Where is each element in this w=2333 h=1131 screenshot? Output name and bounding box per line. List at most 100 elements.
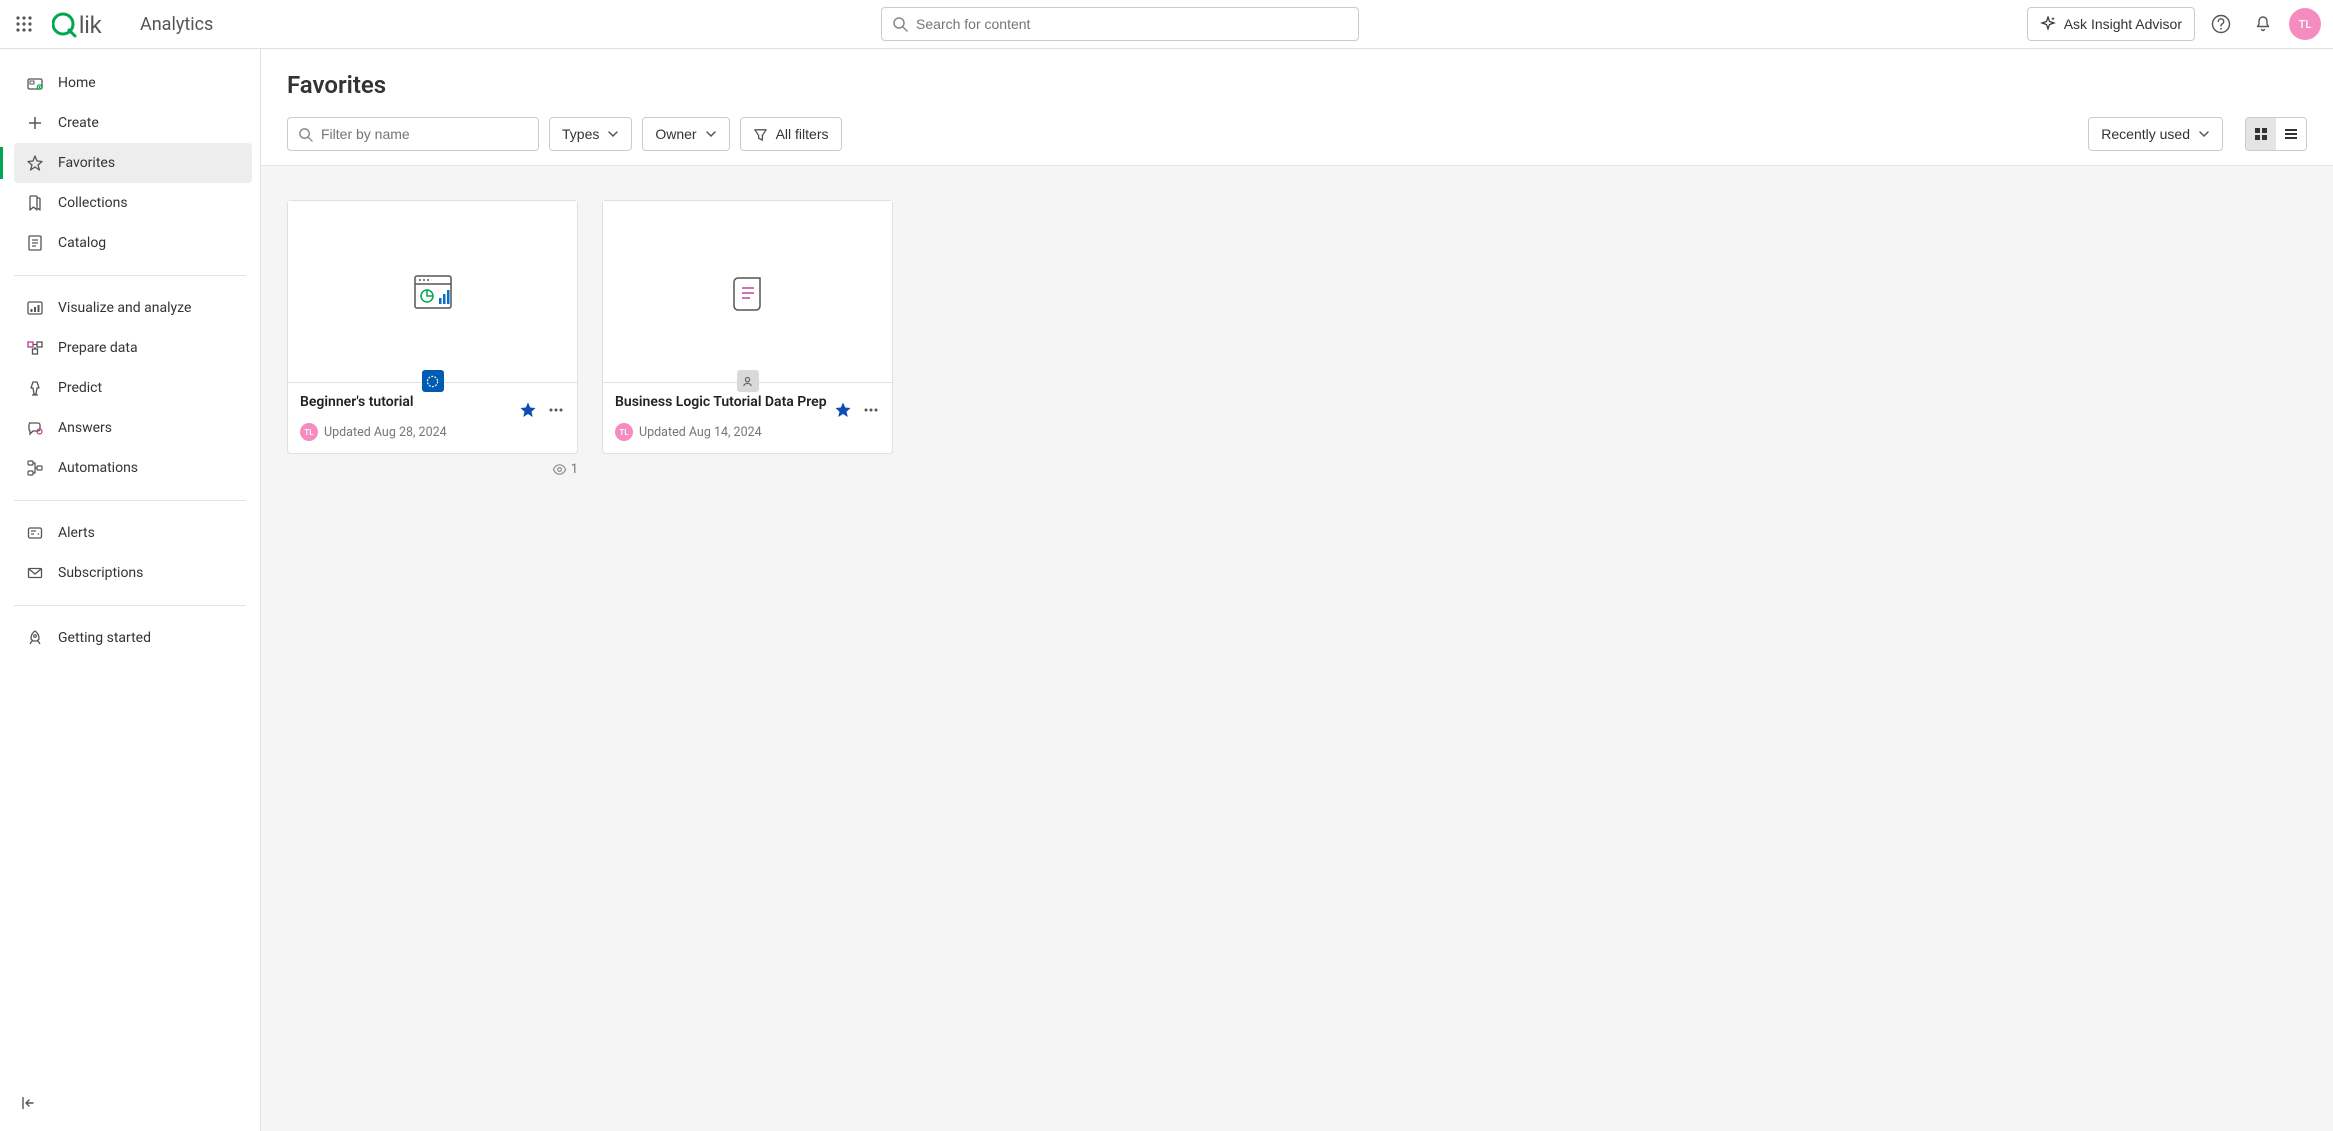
filter-field[interactable]: [321, 126, 528, 142]
nav-group-2: Visualize and analyze Prepare data Predi…: [0, 284, 260, 492]
sidebar-item-catalog[interactable]: Catalog: [14, 223, 252, 263]
svg-text:lik: lik: [79, 12, 103, 39]
user-avatar[interactable]: TL: [2289, 8, 2321, 40]
top-bar: lik Analytics Ask Insight Advisor: [0, 0, 2333, 49]
space-badge: [737, 370, 759, 392]
ask-insight-advisor-button[interactable]: Ask Insight Advisor: [2027, 7, 2195, 41]
plus-icon: [26, 114, 44, 132]
ask-insight-advisor-label: Ask Insight Advisor: [2064, 16, 2182, 32]
list-view-button[interactable]: [2276, 118, 2306, 150]
cards-row: Beginner's tutorial: [287, 200, 2307, 477]
sidebar-item-getting-started[interactable]: Getting started: [14, 618, 252, 658]
layout: Home Create Favorites Collections: [0, 49, 2333, 1131]
bell-icon: [2253, 14, 2273, 34]
nav-group-1: Home Create Favorites Collections: [0, 59, 260, 267]
app-launcher-button[interactable]: [12, 12, 36, 36]
nav-group-3: Alerts Subscriptions: [0, 509, 260, 597]
favorite-card[interactable]: Beginner's tutorial: [287, 200, 578, 454]
nav-group-4: Getting started: [0, 614, 260, 662]
sidebar-item-label: Collections: [58, 195, 128, 211]
sidebar-item-label: Subscriptions: [58, 565, 143, 581]
filter-icon: [753, 127, 768, 142]
catalog-icon: [26, 234, 44, 252]
sidebar-item-label: Answers: [58, 420, 112, 436]
sidebar-item-alerts[interactable]: Alerts: [14, 513, 252, 553]
top-bar-right: Ask Insight Advisor TL: [2027, 7, 2321, 41]
page-title: Favorites: [287, 71, 2307, 99]
owner-filter-button[interactable]: Owner: [642, 117, 729, 151]
home-icon: [26, 74, 44, 92]
help-button[interactable]: [2205, 8, 2237, 40]
card-body: Business Logic Tutorial Data Prep: [603, 383, 892, 453]
sidebar-item-prepare[interactable]: Prepare data: [14, 328, 252, 368]
chart-icon: [26, 299, 44, 317]
sidebar-item-label: Create: [58, 115, 99, 131]
logo[interactable]: lik Analytics: [52, 9, 213, 39]
bookmark-icon: [26, 194, 44, 212]
sidebar-item-favorites[interactable]: Favorites: [14, 143, 252, 183]
eye-icon: [552, 462, 567, 477]
card-meta: TL Updated Aug 28, 2024: [300, 423, 565, 441]
search-container: [223, 7, 2016, 41]
owner-label: Owner: [655, 126, 696, 142]
sidebar-item-visualize[interactable]: Visualize and analyze: [14, 288, 252, 328]
sidebar-item-collections[interactable]: Collections: [14, 183, 252, 223]
collapse-icon: [19, 1094, 37, 1112]
favorite-card[interactable]: Business Logic Tutorial Data Prep: [602, 200, 893, 454]
sidebar-item-label: Home: [58, 75, 96, 91]
list-view-icon: [2283, 126, 2299, 142]
sort-label: Recently used: [2101, 126, 2190, 142]
owner-avatar: TL: [615, 423, 633, 441]
global-search-field[interactable]: [916, 16, 1348, 32]
sidebar-item-label: Visualize and analyze: [58, 300, 191, 316]
card-title: Beginner's tutorial: [300, 393, 519, 411]
sidebar-item-automations[interactable]: Automations: [14, 448, 252, 488]
sidebar-item-home[interactable]: Home: [14, 63, 252, 103]
sparkle-icon: [2040, 16, 2056, 32]
notifications-button[interactable]: [2247, 8, 2279, 40]
chevron-down-icon: [607, 128, 619, 140]
more-horizontal-icon: [547, 401, 565, 419]
sidebar-item-predict[interactable]: Predict: [14, 368, 252, 408]
prepare-icon: [26, 339, 44, 357]
answers-icon: [26, 419, 44, 437]
nav-divider: [14, 275, 246, 276]
card-more-button[interactable]: [547, 401, 565, 419]
product-section-label: Analytics: [140, 14, 213, 35]
sort-button[interactable]: Recently used: [2088, 117, 2223, 151]
sidebar-item-answers[interactable]: Answers: [14, 408, 252, 448]
all-filters-button[interactable]: All filters: [740, 117, 842, 151]
card-body: Beginner's tutorial: [288, 383, 577, 453]
rocket-icon: [26, 629, 44, 647]
chevron-down-icon: [705, 128, 717, 140]
grid-icon: [15, 15, 33, 33]
nav-divider: [14, 605, 246, 606]
sidebar-item-label: Prepare data: [58, 340, 138, 356]
search-icon: [298, 127, 313, 142]
collapse-sidebar-button[interactable]: [14, 1089, 42, 1117]
grid-view-button[interactable]: [2246, 118, 2276, 150]
qlik-logo-icon: lik: [52, 9, 130, 39]
help-icon: [2211, 14, 2231, 34]
all-filters-label: All filters: [776, 126, 829, 142]
sidebar: Home Create Favorites Collections: [0, 49, 261, 1131]
favorite-toggle-button[interactable]: [834, 401, 852, 419]
sidebar-item-create[interactable]: Create: [14, 103, 252, 143]
chevron-down-icon: [2198, 128, 2210, 140]
card-updated-text: Updated Aug 28, 2024: [324, 425, 447, 440]
sidebar-item-subscriptions[interactable]: Subscriptions: [14, 553, 252, 593]
sidebar-item-label: Favorites: [58, 155, 115, 171]
global-search-input[interactable]: [881, 7, 1359, 41]
sidebar-item-label: Alerts: [58, 525, 95, 541]
card-more-button[interactable]: [862, 401, 880, 419]
owner-initials: TL: [619, 428, 628, 437]
types-filter-button[interactable]: Types: [549, 117, 632, 151]
grid-view-icon: [2253, 126, 2269, 142]
personal-icon: [741, 375, 754, 388]
card-views: 1: [287, 462, 578, 477]
avatar-initials: TL: [2299, 18, 2312, 31]
sidebar-item-label: Catalog: [58, 235, 106, 251]
favorite-toggle-button[interactable]: [519, 401, 537, 419]
filter-by-name-input[interactable]: [287, 117, 539, 151]
star-icon: [26, 154, 44, 172]
